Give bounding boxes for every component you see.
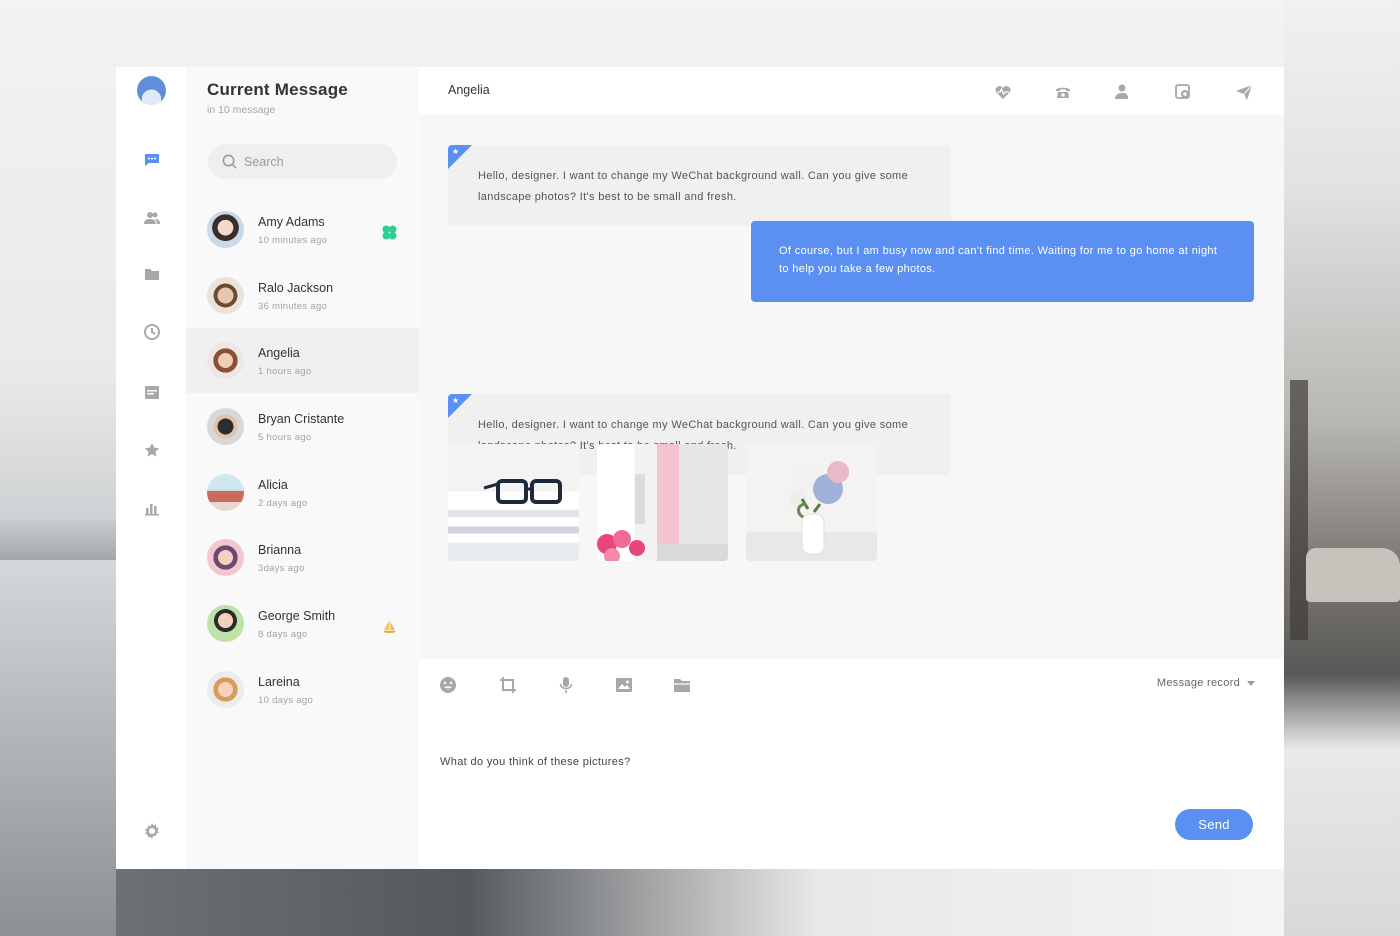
contact-item[interactable]: Brianna 3days ago <box>186 525 419 590</box>
image-thumbnail[interactable] <box>448 444 579 561</box>
contact-item[interactable]: George Smith 8 days ago <box>186 591 419 656</box>
clock-icon[interactable] <box>143 323 161 341</box>
contact-item[interactable]: Ralo Jackson 36 minutes ago <box>186 263 419 328</box>
background-shore <box>0 520 120 565</box>
contact-name: Angelia <box>258 346 300 360</box>
contact-time: 36 minutes ago <box>258 301 328 312</box>
avatar <box>207 474 244 511</box>
list-title: Current Message <box>207 80 348 99</box>
gear-icon[interactable] <box>143 822 161 840</box>
heartbeat-icon[interactable] <box>993 82 1013 102</box>
image-thumbnail[interactable] <box>597 444 728 561</box>
message-record-label: Message record <box>1156 677 1240 689</box>
incoming-message: ★ Hello, designer. I want to change my W… <box>448 145 951 226</box>
message-input[interactable]: What do you think of these pictures? <box>440 756 631 768</box>
messages-icon[interactable] <box>143 151 161 169</box>
star-icon: ★ <box>452 147 460 156</box>
chat-panel: Angelia ★ Hello, designer. I want to cha… <box>419 67 1284 869</box>
calendar-icon[interactable] <box>143 383 161 401</box>
avatar <box>207 277 244 314</box>
contacts-icon[interactable] <box>143 209 161 227</box>
star-icon[interactable] <box>143 441 161 459</box>
sailboat-icon <box>383 620 396 633</box>
chart-icon[interactable] <box>143 499 161 517</box>
flowers-doorway-photo <box>597 444 728 561</box>
background-water <box>0 560 120 936</box>
folder-icon[interactable] <box>672 675 692 695</box>
contact-name: George Smith <box>258 609 336 623</box>
contact-name: Lareina <box>258 675 300 689</box>
contact-name: Ralo Jackson <box>258 281 334 295</box>
emoji-icon[interactable] <box>438 675 458 695</box>
list-subtitle: in 10 message <box>207 104 276 116</box>
contact-time: 3days ago <box>258 563 305 574</box>
contact-time: 2 days ago <box>258 498 308 509</box>
message-record-dropdown[interactable]: Message record <box>1157 677 1255 689</box>
outgoing-message: Of course, but I am busy now and can't f… <box>751 221 1254 302</box>
phone-icon[interactable] <box>1053 82 1073 102</box>
avatar <box>207 211 244 248</box>
add-contact-icon[interactable] <box>1113 82 1133 102</box>
search-input[interactable]: Search <box>208 144 397 179</box>
message-text: Of course, but I am busy now and can't f… <box>779 245 1218 275</box>
chat-header: Angelia <box>419 67 1284 115</box>
icon-rail <box>116 67 186 869</box>
contact-name: Alicia <box>258 478 288 492</box>
send-plane-icon[interactable] <box>1234 82 1254 102</box>
user-avatar[interactable] <box>137 76 166 105</box>
gallery-icon[interactable] <box>1173 82 1193 102</box>
contact-item[interactable]: Lareina 10 days ago <box>186 657 419 722</box>
image-icon[interactable] <box>614 675 634 695</box>
conversation-list: Current Message in 10 message Search Amy… <box>186 67 419 869</box>
message-composer: Message record What do you think of thes… <box>419 659 1284 869</box>
hydrangea-photo <box>789 461 849 555</box>
send-button[interactable]: Send <box>1175 809 1253 840</box>
glasses-photo <box>483 479 562 504</box>
avatar <box>207 671 244 708</box>
contact-item[interactable]: Angelia 1 hours ago <box>186 328 419 393</box>
contact-name: Brianna <box>258 543 302 557</box>
avatar <box>207 539 244 576</box>
contact-time: 8 days ago <box>258 629 308 640</box>
search-icon <box>222 154 237 169</box>
crop-icon[interactable] <box>498 675 518 695</box>
search-placeholder: Search <box>244 154 284 169</box>
contact-time: 5 hours ago <box>258 432 312 443</box>
contact-name: Amy Adams <box>258 215 325 229</box>
contact-time: 1 hours ago <box>258 366 312 377</box>
image-thumbnail[interactable] <box>746 444 877 561</box>
contact-name: Bryan Cristante <box>258 412 345 426</box>
clover-icon <box>382 225 397 240</box>
message-text: Hello, designer. I want to change my WeC… <box>478 170 909 203</box>
background-car <box>1306 548 1400 602</box>
contact-time: 10 days ago <box>258 695 314 706</box>
contact-time: 10 minutes ago <box>258 235 328 246</box>
contact-item[interactable]: Bryan Cristante 5 hours ago <box>186 394 419 459</box>
contact-item[interactable]: Alicia 2 days ago <box>186 460 419 525</box>
background-railing <box>116 868 1284 936</box>
star-icon: ★ <box>452 396 460 405</box>
background-tree <box>1290 380 1308 640</box>
avatar <box>207 342 244 379</box>
chevron-down-icon <box>1247 680 1255 686</box>
folder-icon[interactable] <box>143 265 161 283</box>
contact-item[interactable]: Amy Adams 10 minutes ago <box>186 197 419 262</box>
avatar <box>207 408 244 445</box>
chat-title: Angelia <box>448 83 490 97</box>
microphone-icon[interactable] <box>556 675 576 695</box>
messenger-window: Current Message in 10 message Search Amy… <box>116 67 1284 869</box>
avatar <box>207 605 244 642</box>
